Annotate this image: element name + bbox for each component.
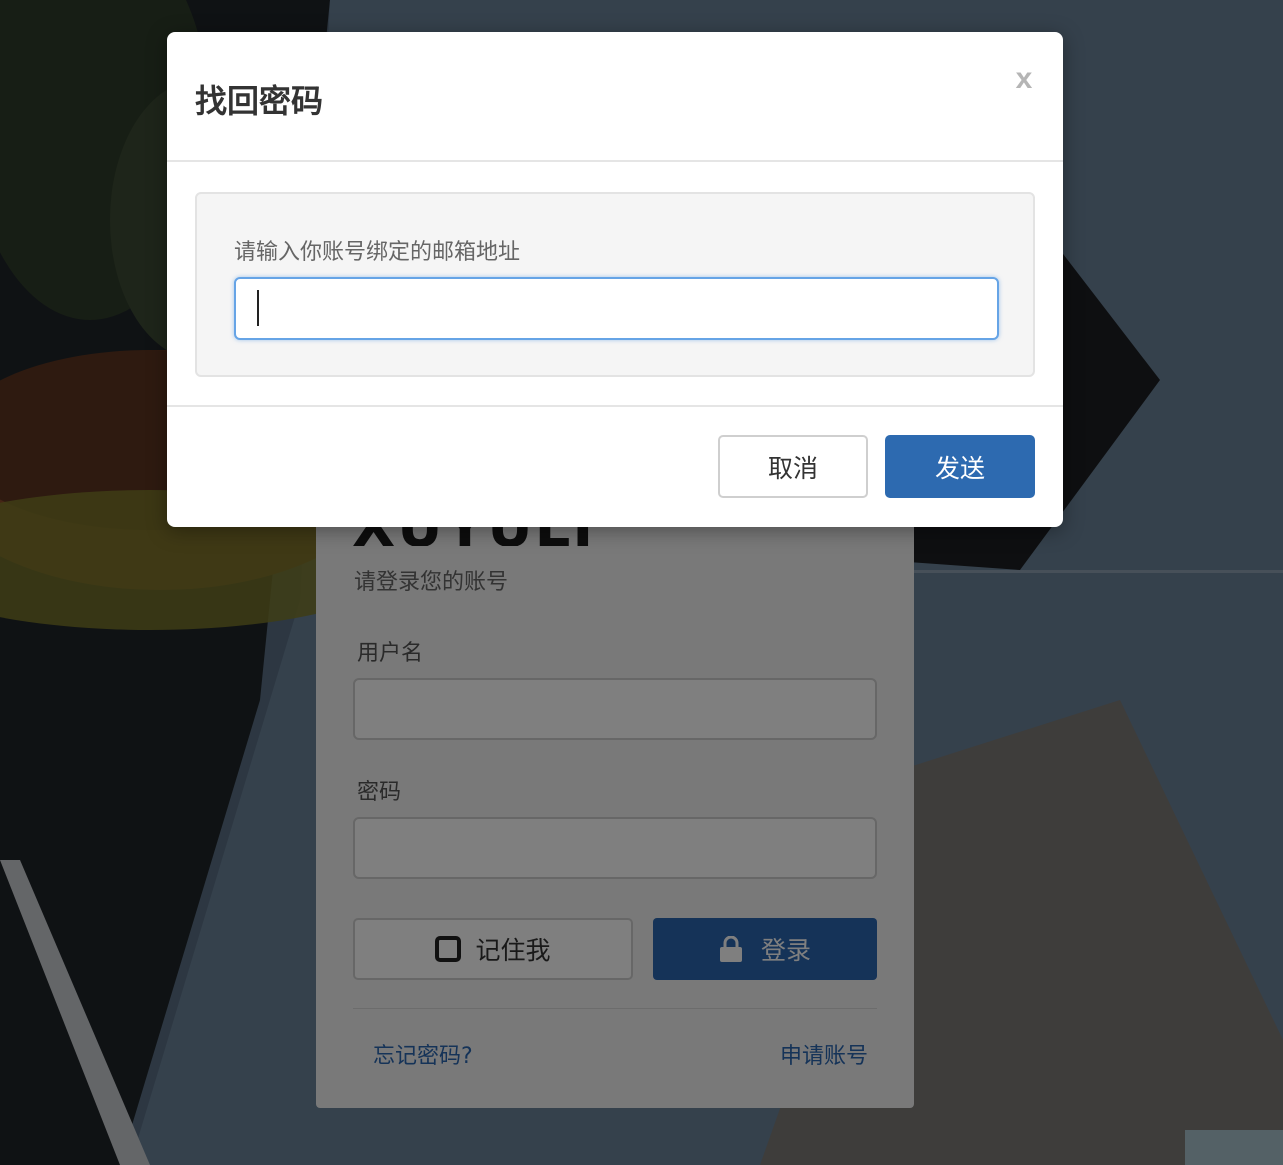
email-input[interactable]	[234, 277, 999, 340]
close-icon[interactable]: x	[1007, 62, 1041, 96]
dialog-title: 找回密码	[195, 82, 324, 120]
text-cursor	[257, 290, 259, 326]
dialog-header: 找回密码 x	[167, 32, 1063, 162]
dialog-footer-divider	[167, 405, 1063, 407]
send-button[interactable]: 发送	[885, 435, 1035, 498]
email-label: 请输入你账号绑定的邮箱地址	[234, 240, 521, 265]
recover-password-dialog: 找回密码 x 请输入你账号绑定的邮箱地址 取消 发送	[167, 32, 1063, 527]
cancel-button[interactable]: 取消	[718, 435, 868, 498]
dialog-body: 请输入你账号绑定的邮箱地址	[195, 192, 1035, 377]
login-page: XUYULI 请登录您的账号 用户名 密码 记住我 登录 忘记密码? 申请账号 …	[0, 0, 1283, 1165]
